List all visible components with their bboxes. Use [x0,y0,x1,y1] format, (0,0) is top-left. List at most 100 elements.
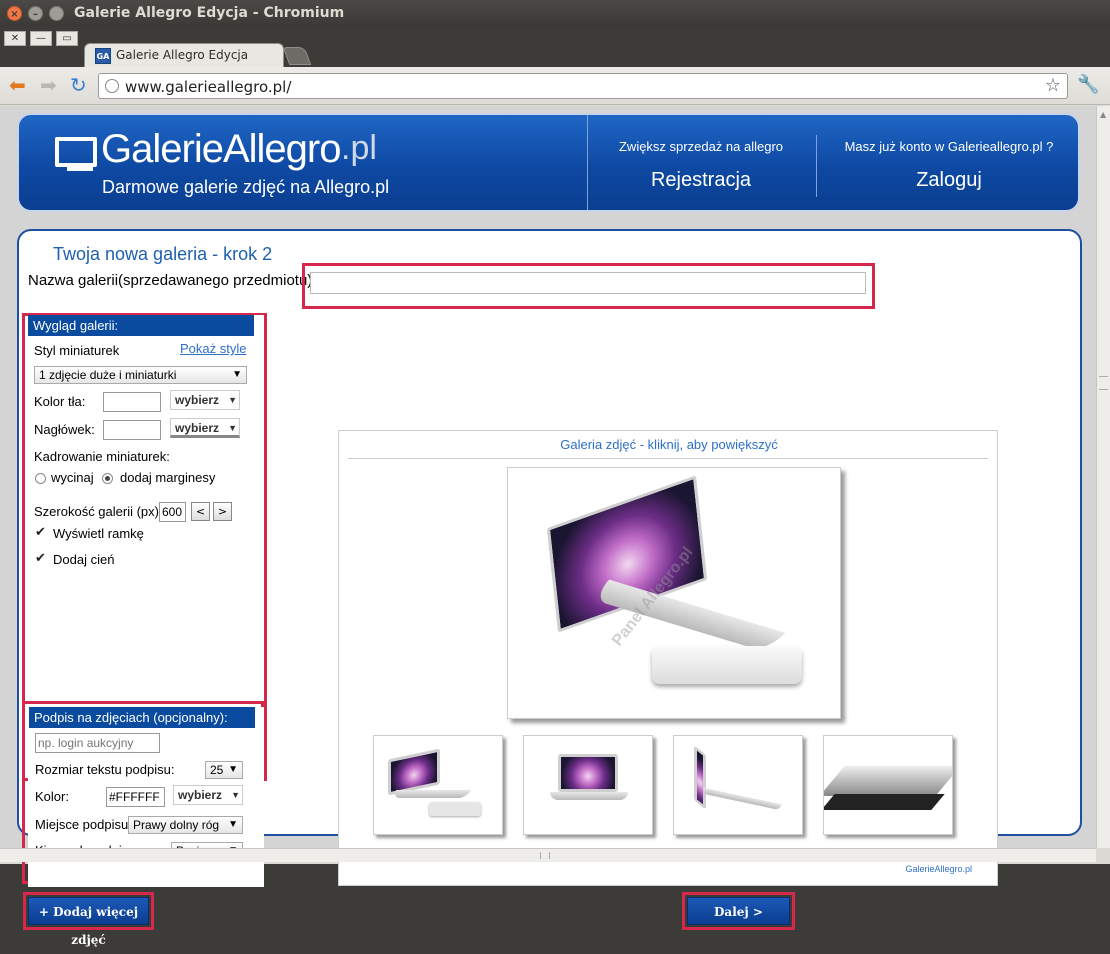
register-link[interactable]: Rejestracja [587,169,815,192]
banner-divider [587,115,588,210]
crop-radio-margins[interactable] [102,473,113,484]
horizontal-scrollbar[interactable] [0,848,1096,862]
favicon-icon: GA [95,48,111,64]
laptop-base [824,794,945,810]
thumbnail-2[interactable] [523,735,653,835]
laptop-lid [824,766,952,796]
show-frame-checkbox[interactable]: ✔ [35,526,48,539]
login-promo: Masz już konto w Galerieallegro.pl ? [844,139,1054,154]
caption-size-value: 25 [210,763,224,777]
address-bar[interactable]: www.galerieallegro.pl/ ☆ [98,73,1068,99]
crop-label: Kadrowanie miniaturek: [34,449,170,464]
add-shadow-checkbox[interactable]: ✔ [35,552,48,565]
crop-radio-cut[interactable] [35,473,46,484]
caption-size-label: Rozmiar tekstu podpisu: [35,762,175,777]
bg-color-input[interactable] [103,392,161,412]
laptop-base [391,790,472,798]
crop-option-cut: wycinaj [51,470,94,485]
thumb-style-value: 1 zdjęcie duże i miniaturki [39,368,177,382]
banner-divider [816,135,817,197]
page-title: Twoja nowa galeria - krok 2 [53,244,273,264]
picker-label: wybierz [175,393,220,407]
site-logo[interactable]: GalerieAllegro [101,127,341,172]
gallery-name-input[interactable] [310,272,866,294]
chevron-down-icon: ▼ [228,819,238,830]
new-tab-button[interactable] [282,47,312,65]
crop-option-margins: dodaj marginesy [120,470,216,485]
globe-icon [105,79,119,93]
add-more-photos-button[interactable]: + Dodaj więcej zdjęć [28,897,149,947]
scroll-up-icon[interactable]: ▲ [1100,110,1106,119]
back-icon[interactable]: ⬅ [9,75,26,95]
login-link[interactable]: Zaloguj [819,169,1078,192]
reload-icon[interactable]: ↻ [70,75,87,95]
page-viewport: GalerieAllegro .pl Darmowe galerie zdjęć… [0,106,1096,947]
header-color-picker[interactable]: wybierz ▼ [170,418,240,438]
thumb-style-label: Styl miniaturek [34,343,120,358]
width-decrease-button[interactable]: < [191,502,210,521]
caption-place-label: Miejsce podpisu: [35,817,132,832]
url-text: www.galerieallegro.pl/ [125,78,292,96]
site-logo-suffix: .pl [341,129,377,167]
preview-caption: Galeria zdjęć - kliknij, aby powiększyć [560,437,778,452]
scroll-thumb[interactable] [540,852,550,859]
preview-divider [348,458,988,459]
preview-brand: GalerieAllegro.pl [905,864,972,874]
next-button[interactable]: Dalej > [687,897,790,925]
caption-header: Podpis na zdjęciach (opcjonalny): [29,707,255,728]
bg-color-picker[interactable]: wybierz ▼ [170,390,240,410]
caption-place-value: Prawy dolny róg [133,818,220,832]
laptop-screen [388,748,440,796]
title-bar: × – Galerie Allegro Edycja - Chromium [0,0,1110,27]
width-label: Szerokość galerii (px): [34,504,163,519]
restore-icon[interactable]: ▭ [56,31,78,46]
chevron-down-icon: ▼ [228,764,238,775]
thumb-style-select[interactable]: 1 zdjęcie duże i miniaturki ▼ [34,366,247,384]
show-styles-link[interactable]: Pokaż style [180,341,246,356]
caption-text-input[interactable] [35,733,160,753]
caption-size-select[interactable]: 25 ▼ [205,761,243,779]
scroll-thumb[interactable] [1099,376,1108,390]
tab-galerie-allegro[interactable]: GA Galerie Allegro Edycja [84,43,284,67]
main-photo[interactable]: Panel Allegro.pl [507,467,841,719]
site-banner: GalerieAllegro .pl Darmowe galerie zdjęć… [17,113,1080,212]
header-color-label: Nagłówek: [34,422,95,437]
appearance-header: Wygląd galerii: [28,315,254,336]
width-increase-button[interactable]: > [213,502,232,521]
laptop-screen [558,754,618,792]
gallery-name-label: Nazwa galerii(sprzedawanego przedmiotu): [28,272,317,289]
bg-color-label: Kolor tła: [34,394,86,409]
minimize-window-icon[interactable]: – [28,6,43,21]
close-icon[interactable]: ✕ [4,31,26,46]
thumbnail-4[interactable] [823,735,953,835]
browser-window: × – Galerie Allegro Edycja - Chromium ✕ … [0,0,1110,947]
thumbnail-1[interactable] [373,735,503,835]
tab-strip: ✕ — ▭ GA Galerie Allegro Edycja [0,27,1110,67]
chevron-down-icon: ▼ [228,423,237,433]
picker-label: wybierz [178,788,223,802]
tab-label: Galerie Allegro Edycja [116,48,249,62]
chevron-down-icon: ▼ [228,395,237,405]
header-color-input[interactable] [103,420,161,440]
caption-color-picker[interactable]: wybierz ▼ [173,785,243,805]
browser-toolbar: ⬅ ➡ ↻ www.galerieallegro.pl/ ☆ 🔧 [0,67,1110,105]
wrench-menu-icon[interactable]: 🔧 [1077,74,1099,95]
gallery-preview: Galeria zdjęć - kliknij, aby powiększyć … [338,430,998,886]
bookmark-star-icon[interactable]: ☆ [1045,75,1061,96]
chevron-down-icon: ▼ [232,369,242,380]
width-input[interactable]: 600 [159,502,186,522]
vertical-scrollbar[interactable]: ▲ [1096,106,1110,848]
thumbnail-3[interactable] [673,735,803,835]
laptop-base [550,792,628,800]
laptop-base [702,787,782,811]
register-promo: Zwiększ sprzedaż na allegro [618,139,784,154]
forward-icon[interactable]: ➡ [40,75,57,95]
add-shadow-label: Dodaj cień [53,552,115,567]
laptop-screen [694,745,706,810]
caption-place-select[interactable]: Prawy dolny róg ▼ [128,816,243,834]
caption-color-input[interactable]: #FFFFFF [106,787,165,807]
close-window-icon[interactable]: × [7,6,22,21]
chevron-down-icon: ▼ [231,790,240,800]
maximize-window-icon[interactable] [49,6,64,21]
minimize-icon[interactable]: — [30,31,52,46]
